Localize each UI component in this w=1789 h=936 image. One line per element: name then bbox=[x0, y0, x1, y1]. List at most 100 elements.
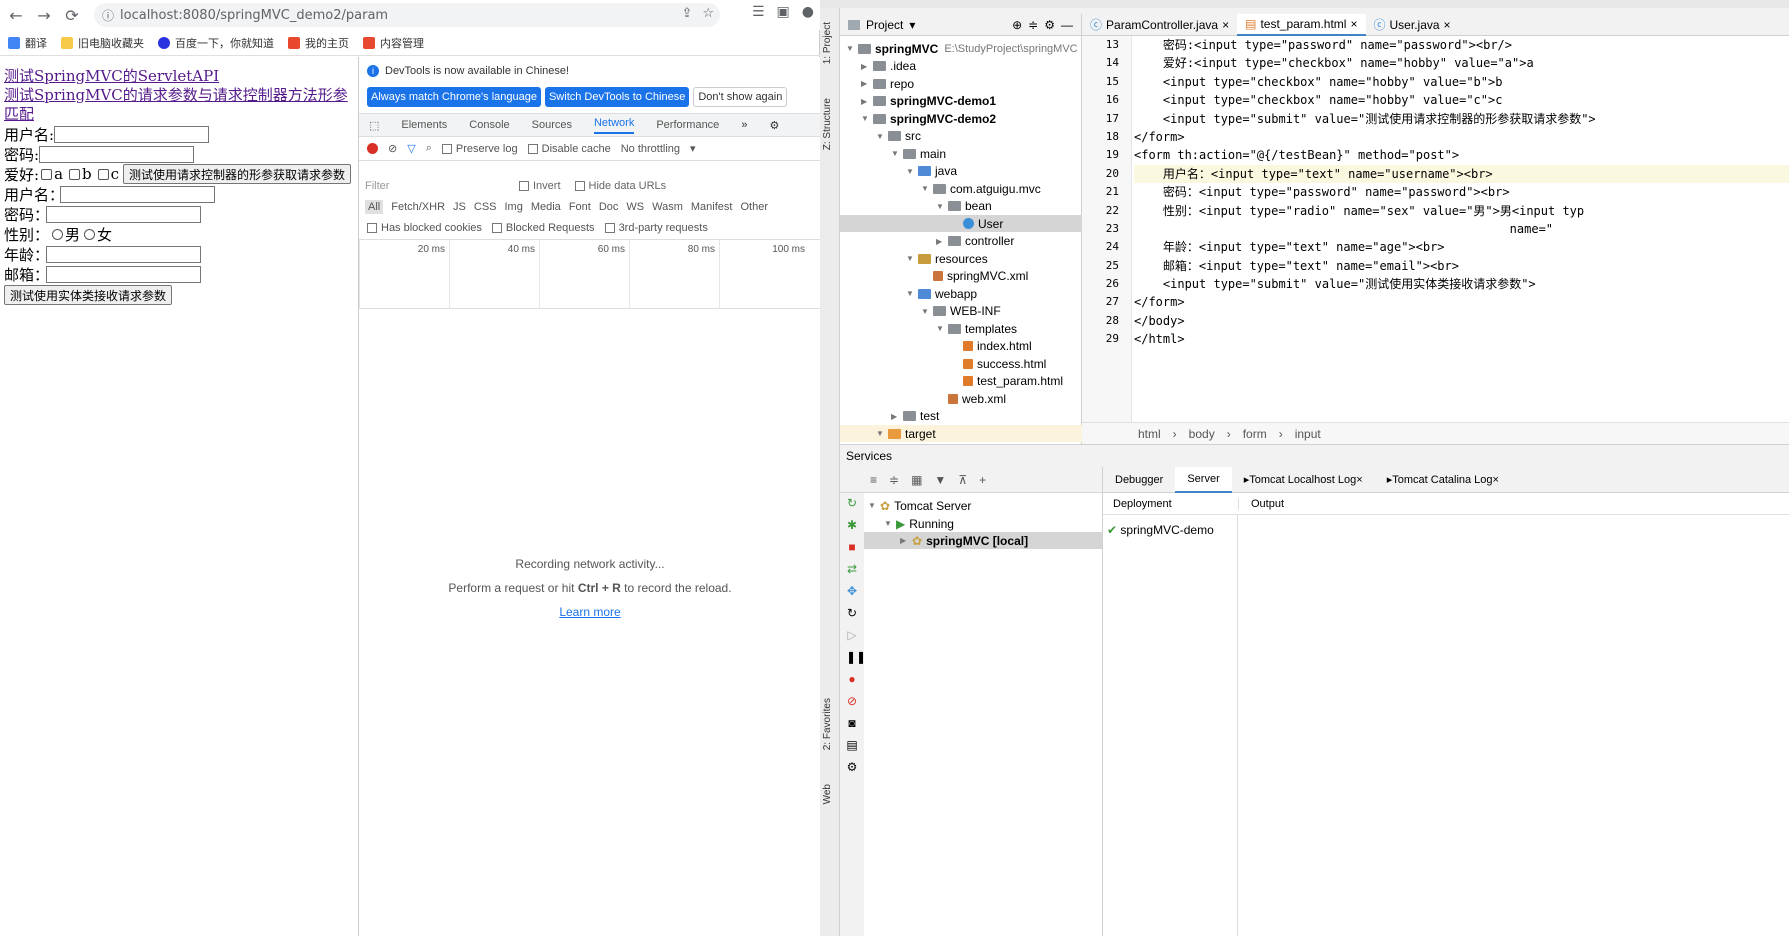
email-input[interactable] bbox=[46, 265, 201, 283]
tree-item[interactable]: User bbox=[840, 215, 1082, 232]
tree-item[interactable]: ▶ controller bbox=[840, 233, 1082, 250]
rerun-icon[interactable]: ↻ bbox=[846, 497, 858, 509]
tree-item[interactable]: ▼ springMVC E:\StudyProject\springMVC bbox=[840, 40, 1082, 57]
switch-chinese-button[interactable]: Switch DevTools to Chinese bbox=[544, 87, 690, 107]
tree-item[interactable]: ▼ java bbox=[840, 163, 1082, 180]
expand-arrow-icon[interactable]: ▶ bbox=[936, 237, 948, 246]
username2-input[interactable] bbox=[60, 185, 215, 203]
close-icon[interactable]: × bbox=[1356, 474, 1362, 486]
expand-arrow-icon[interactable]: ▶ bbox=[861, 97, 873, 106]
reading-list-icon[interactable]: ☰ bbox=[752, 4, 765, 20]
throttling-select[interactable]: No throttling bbox=[621, 143, 680, 155]
tab-network[interactable]: Network bbox=[593, 117, 635, 134]
layout-icon[interactable]: ▤ bbox=[846, 739, 858, 751]
filter-input[interactable]: Filter bbox=[365, 180, 505, 192]
type-js[interactable]: JS bbox=[453, 201, 466, 213]
more-tabs-icon[interactable]: » bbox=[741, 119, 747, 131]
bookmark-folder[interactable]: 旧电脑收藏夹 bbox=[61, 35, 144, 51]
tree-item[interactable]: ▼ main bbox=[840, 145, 1082, 162]
expand-arrow-icon[interactable]: ▼ bbox=[906, 289, 918, 298]
username-input[interactable] bbox=[54, 125, 210, 143]
gear-icon[interactable]: ⚙ bbox=[769, 119, 779, 132]
password-input[interactable] bbox=[39, 145, 195, 163]
running-node[interactable]: ▼ ▶ Running bbox=[884, 515, 954, 532]
expand-arrow-icon[interactable]: ▼ bbox=[891, 149, 903, 158]
springmvc-local-node[interactable]: ▶ ✿ springMVC [local] bbox=[864, 532, 1102, 549]
tab-server[interactable]: Server bbox=[1175, 466, 1232, 493]
collapse-all-icon[interactable]: ≑ bbox=[889, 473, 899, 487]
expand-arrow-icon[interactable]: ▼ bbox=[906, 254, 918, 263]
pause-icon[interactable]: ❚❚ bbox=[846, 651, 866, 663]
pin-icon[interactable]: ⊼ bbox=[958, 473, 967, 487]
preserve-log-checkbox[interactable]: Preserve log bbox=[441, 143, 518, 155]
sidepanel-icon[interactable]: ▣ bbox=[777, 4, 790, 20]
blocked-cookies-checkbox[interactable]: Has blocked cookies bbox=[367, 222, 482, 234]
tab-catalina-log[interactable]: ▸ Tomcat Catalina Log × bbox=[1375, 467, 1511, 493]
crumb-html[interactable]: html bbox=[1138, 427, 1161, 441]
add-icon[interactable]: + bbox=[979, 473, 986, 487]
tree-item[interactable]: springMVC.xml bbox=[840, 268, 1082, 285]
third-party-checkbox[interactable]: 3rd-party requests bbox=[604, 222, 708, 234]
web-tool-tab[interactable]: Web bbox=[822, 784, 833, 804]
tab-test-param[interactable]: ▤ test_param.html × bbox=[1237, 13, 1366, 36]
crumb-input[interactable]: input bbox=[1295, 427, 1321, 441]
bookmark-baidu[interactable]: 百度一下，你就知道 bbox=[158, 35, 274, 51]
expand-arrow-icon[interactable]: ▼ bbox=[906, 167, 918, 176]
type-manifest[interactable]: Manifest bbox=[691, 201, 733, 213]
expand-arrow-icon[interactable]: ▼ bbox=[921, 307, 933, 316]
inspect-icon[interactable]: ⬚ bbox=[369, 119, 379, 132]
filter-icon[interactable]: ▽ bbox=[407, 142, 415, 155]
bookmark-translate[interactable]: 翻译 bbox=[8, 35, 47, 51]
tree-item[interactable]: ▼ WEB-INF bbox=[840, 303, 1082, 320]
servlet-api-link[interactable]: 测试SpringMVC的ServletAPI bbox=[4, 67, 354, 86]
record-icon[interactable] bbox=[367, 143, 378, 154]
tab-performance[interactable]: Performance bbox=[656, 119, 719, 131]
debug-icon[interactable]: ✱ bbox=[846, 519, 858, 531]
expand-arrow-icon[interactable]: ▼ bbox=[936, 324, 948, 333]
tree-item[interactable]: ▼ bean bbox=[840, 198, 1082, 215]
tab-localhost-log[interactable]: ▸ Tomcat Localhost Log × bbox=[1232, 467, 1375, 493]
expand-arrow-icon[interactable]: ▼ bbox=[876, 132, 888, 141]
crumb-form[interactable]: form bbox=[1243, 427, 1267, 441]
learn-more-link[interactable]: Learn more bbox=[559, 605, 620, 619]
hide-icon[interactable]: — bbox=[1061, 18, 1073, 32]
type-font[interactable]: Font bbox=[569, 201, 591, 213]
hobby-b-checkbox[interactable] bbox=[69, 168, 81, 180]
close-icon[interactable]: × bbox=[1222, 18, 1229, 32]
project-view-select[interactable]: Project bbox=[866, 18, 903, 32]
tree-item[interactable]: ▼ resources bbox=[840, 250, 1082, 267]
star-icon[interactable]: ☆ bbox=[702, 6, 714, 21]
deployment-item[interactable]: ✔ springMVC-demo bbox=[1107, 523, 1214, 537]
mute-breakpoints-icon[interactable]: ⊘ bbox=[846, 695, 858, 707]
type-all[interactable]: All bbox=[365, 200, 384, 214]
info-icon[interactable]: ⓘ bbox=[102, 7, 114, 24]
tree-item[interactable]: ▶ .idea bbox=[840, 58, 1082, 75]
submit-param-button[interactable]: 测试使用请求控制器的形参获取请求参数 bbox=[123, 164, 352, 184]
tab-debugger[interactable]: Debugger bbox=[1103, 467, 1175, 493]
invert-checkbox[interactable]: Invert bbox=[519, 180, 561, 192]
tree-item[interactable]: success.html bbox=[840, 355, 1082, 372]
expand-arrow-icon[interactable]: ▼ bbox=[861, 114, 873, 123]
expand-arrow-icon[interactable]: ▼ bbox=[876, 429, 888, 438]
gear-icon[interactable]: ⚙ bbox=[846, 761, 858, 773]
crumb-body[interactable]: body bbox=[1189, 427, 1215, 441]
tomcat-server-node[interactable]: ▼ ✿ Tomcat Server bbox=[868, 497, 971, 514]
profile-icon[interactable]: ● bbox=[802, 4, 814, 20]
project-tool-tab[interactable]: 1: Project bbox=[822, 22, 833, 64]
update-icon[interactable]: ✥ bbox=[846, 585, 858, 597]
hobby-a-checkbox[interactable] bbox=[41, 168, 53, 180]
age-input[interactable] bbox=[46, 245, 201, 263]
locate-icon[interactable]: ⊕ bbox=[1012, 18, 1022, 32]
forward-icon[interactable]: → bbox=[30, 1, 58, 29]
expand-arrow-icon[interactable]: ▼ bbox=[921, 184, 933, 193]
sex-female-radio[interactable] bbox=[84, 228, 96, 240]
close-icon[interactable]: × bbox=[1493, 474, 1499, 486]
tree-item[interactable]: ▼ springMVC-demo2 bbox=[840, 110, 1082, 127]
tree-item[interactable]: ▼ com.atguigu.mvc bbox=[840, 180, 1082, 197]
tab-sources[interactable]: Sources bbox=[532, 119, 572, 131]
expand-arrow-icon[interactable]: ▼ bbox=[936, 202, 948, 211]
close-icon[interactable]: × bbox=[1444, 18, 1451, 32]
sex-male-radio[interactable] bbox=[52, 228, 63, 240]
tree-item[interactable]: ▼ src bbox=[840, 128, 1082, 145]
back-icon[interactable]: ← bbox=[2, 1, 30, 29]
